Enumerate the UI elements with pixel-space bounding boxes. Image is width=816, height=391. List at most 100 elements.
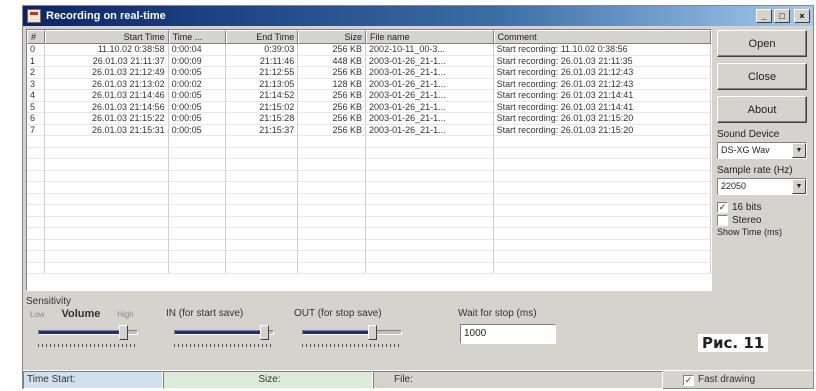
table-cell xyxy=(168,147,227,159)
title-buttons: _ □ × xyxy=(756,9,810,23)
app-icon xyxy=(27,9,41,23)
column-header-file-name[interactable]: File name xyxy=(366,30,494,44)
table-row[interactable]: 7 26.01.03 21:15:31 0:00:05 21:15:37 256 KB 2… xyxy=(27,124,711,136)
stereo-checkbox[interactable]: Stereo xyxy=(717,214,813,227)
column-header-index[interactable]: # xyxy=(27,30,45,44)
table-cell xyxy=(298,193,367,205)
checkbox-box[interactable] xyxy=(717,215,728,226)
table-cell: 26.01.03 21:13:02 xyxy=(44,78,169,90)
fast-drawing-checkbox[interactable]: ✓ Fast drawing xyxy=(663,371,813,389)
table-row[interactable]: 3 26.01.03 21:13:02 0:00:02 21:13:05 128 KB 2… xyxy=(27,78,711,90)
table-cell xyxy=(44,205,169,217)
table-cell xyxy=(493,216,711,228)
column-header-comment[interactable]: Comment xyxy=(493,30,711,44)
table-cell xyxy=(226,262,299,274)
column-header-start-time[interactable]: Start Time xyxy=(44,30,169,44)
wait-input[interactable]: 1000 xyxy=(460,324,556,344)
table-row[interactable] xyxy=(27,147,711,159)
sound-device-select[interactable]: DS-XG Wav ▼ xyxy=(717,142,807,159)
table-row[interactable] xyxy=(27,170,711,182)
table-row[interactable]: 2 26.01.03 21:12:49 0:00:05 21:12:55 256 KB 2… xyxy=(27,67,711,79)
out-label: OUT (for stop save) xyxy=(294,308,382,319)
checkbox-box[interactable]: ✓ xyxy=(717,202,728,213)
table-cell xyxy=(44,182,169,194)
table-cell: 4 xyxy=(27,90,45,102)
column-header-time[interactable]: Time ... xyxy=(168,30,227,44)
in-thumb[interactable] xyxy=(260,325,269,340)
table-row[interactable] xyxy=(27,136,711,148)
table-cell xyxy=(44,228,169,240)
table-cell: 0 xyxy=(27,44,45,56)
table-cell: 0:00:05 xyxy=(168,90,227,102)
title-bar[interactable]: Recording on real-time _ □ × xyxy=(23,6,813,26)
column-header-end-time[interactable]: End Time xyxy=(226,30,299,44)
table-cell: Start recording: 26.01.03 21:15:20 xyxy=(493,124,711,136)
out-track[interactable] xyxy=(302,330,402,335)
table-cell xyxy=(366,205,494,217)
right-panel: Open Close About Sound Device DS-XG Wav … xyxy=(717,30,813,237)
table-cell: 21:11:46 xyxy=(226,55,299,67)
out-thumb[interactable] xyxy=(368,325,377,340)
table-row[interactable] xyxy=(27,205,711,217)
table-cell xyxy=(298,182,367,194)
table-cell xyxy=(366,182,494,194)
table-row[interactable] xyxy=(27,251,711,263)
table-cell xyxy=(168,182,227,194)
column-header-size[interactable]: Size xyxy=(298,30,367,44)
sample-rate-select[interactable]: 22050 ▼ xyxy=(717,178,807,195)
table-row[interactable]: 4 26.01.03 21:14:46 0:00:05 21:14:52 256 KB 2… xyxy=(27,90,711,102)
maximize-icon[interactable]: □ xyxy=(774,9,790,23)
table-cell: 1 xyxy=(27,55,45,67)
table-cell xyxy=(168,159,227,171)
table-row[interactable] xyxy=(27,239,711,251)
table-cell xyxy=(226,182,299,194)
table-cell: Start recording: 26.01.03 21:11:35 xyxy=(493,55,711,67)
table-row[interactable] xyxy=(27,262,711,274)
table-row[interactable] xyxy=(27,193,711,205)
in-slider-block: IN (for start save) xyxy=(166,308,286,356)
table-cell xyxy=(366,193,494,205)
table-cell: 3 xyxy=(27,78,45,90)
table-row[interactable] xyxy=(27,182,711,194)
table-cell: 11.10.02 0:38:58 xyxy=(44,44,169,56)
table-row[interactable] xyxy=(27,228,711,240)
recordings-list[interactable]: # Start Time Time ... End Time Size File… xyxy=(26,29,712,291)
table-cell: 26.01.03 21:14:46 xyxy=(44,90,169,102)
table-cell xyxy=(27,262,45,274)
table-cell xyxy=(27,228,45,240)
table-cell: 256 KB xyxy=(298,67,367,79)
table-cell: 256 KB xyxy=(298,44,367,56)
open-button[interactable]: Open xyxy=(717,30,807,57)
minimize-icon[interactable]: _ xyxy=(756,9,772,23)
stereo-label: Stereo xyxy=(732,215,762,226)
table-row[interactable]: 1 26.01.03 21:11:37 0:00:09 21:11:46 448 KB 2… xyxy=(27,55,711,67)
about-button[interactable]: About xyxy=(717,96,807,123)
table-row[interactable]: 0 11.10.02 0:38:58 0:00:04 0:39:03 256 KB 200… xyxy=(27,44,711,56)
table-cell xyxy=(44,147,169,159)
checkbox-box[interactable]: ✓ xyxy=(683,374,694,386)
close-icon[interactable]: × xyxy=(794,9,810,23)
table-cell: 7 xyxy=(27,124,45,136)
volume-thumb[interactable] xyxy=(119,325,128,340)
table-cell xyxy=(366,239,494,251)
table-cell xyxy=(168,262,227,274)
list-header: # Start Time Time ... End Time Size File… xyxy=(27,30,711,44)
chevron-down-icon[interactable]: ▼ xyxy=(792,143,806,158)
close-button[interactable]: Close xyxy=(717,63,807,90)
table-cell xyxy=(493,182,711,194)
table-row[interactable] xyxy=(27,216,711,228)
table-row[interactable]: 5 26.01.03 21:14:56 0:00:05 21:15:02 256 KB 2… xyxy=(27,101,711,113)
bits16-checkbox[interactable]: ✓ 16 bits xyxy=(717,201,813,214)
in-track[interactable] xyxy=(174,330,274,335)
table-cell: 0:00:02 xyxy=(168,78,227,90)
table-cell xyxy=(493,205,711,217)
bits16-label: 16 bits xyxy=(732,202,762,213)
table-cell: 2003-01-26_21-1... xyxy=(366,90,494,102)
table-cell xyxy=(298,136,367,148)
table-cell xyxy=(226,239,299,251)
table-cell xyxy=(298,216,367,228)
table-row[interactable] xyxy=(27,159,711,171)
table-row[interactable]: 6 26.01.03 21:15:22 0:00:05 21:15:28 256 KB 2… xyxy=(27,113,711,125)
sound-device-label: Sound Device xyxy=(717,129,780,140)
chevron-down-icon[interactable]: ▼ xyxy=(792,179,806,194)
